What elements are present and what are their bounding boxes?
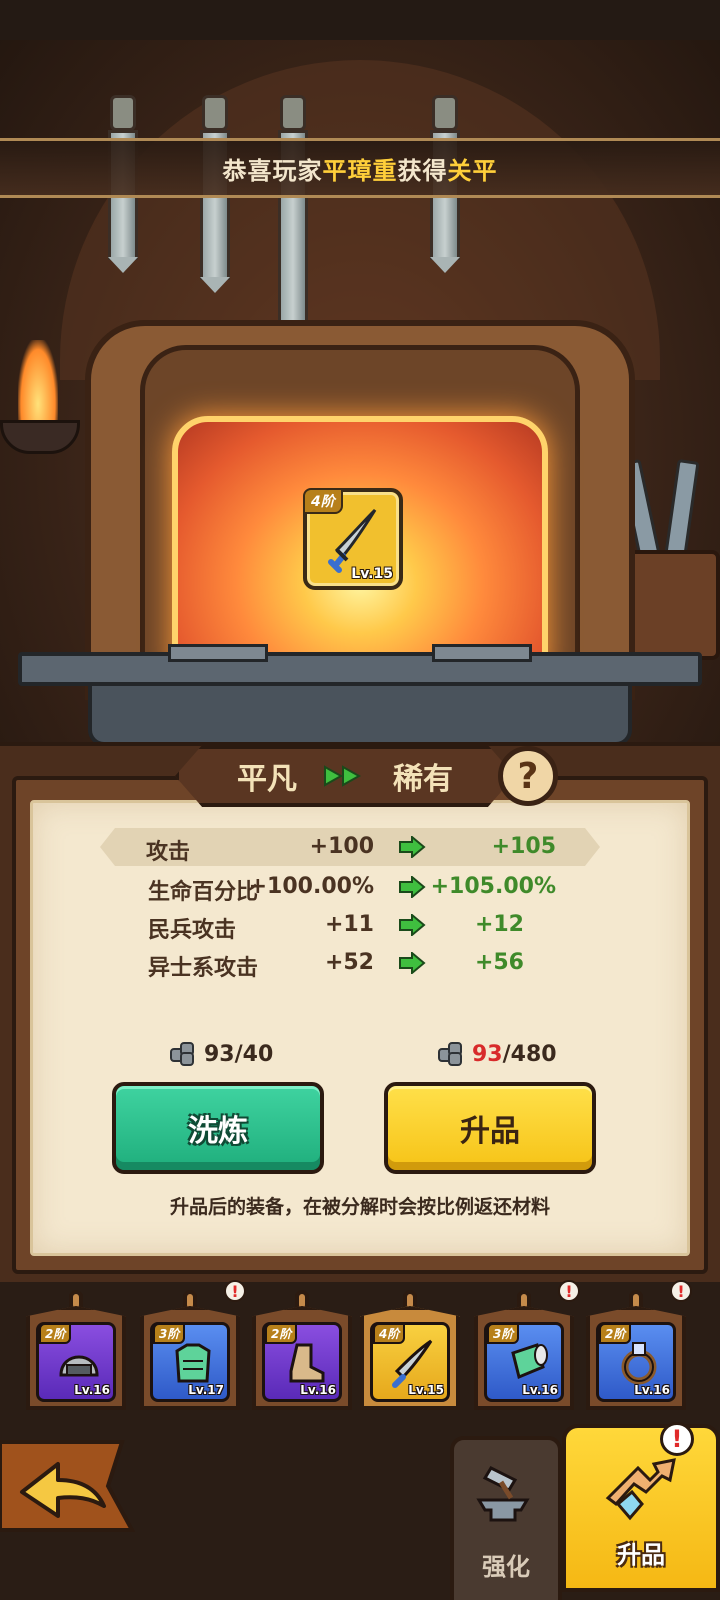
stat-next: +56 xyxy=(474,950,524,975)
tab-upgrade[interactable]: ! 升品 xyxy=(562,1422,720,1592)
tab-upgrade-label: 升品 xyxy=(617,1541,665,1569)
equipment-card: 2阶 Lv.16 xyxy=(36,1322,116,1402)
arrow-icon xyxy=(399,914,426,936)
top-strip xyxy=(0,0,720,40)
announcement-prefix: 恭喜玩家 xyxy=(222,156,323,185)
armor-icon xyxy=(175,1343,211,1383)
equipment-slot-boots[interactable]: 2阶 Lv.16 xyxy=(252,1290,352,1410)
stat-name: 异士系攻击 xyxy=(148,956,259,981)
tier-badge: 3阶 xyxy=(153,1323,186,1344)
equipment-slot-ring[interactable]: 2阶 Lv.16 ! xyxy=(586,1280,692,1410)
level-label: Lv.15 xyxy=(351,566,393,582)
alert-icon: ! xyxy=(224,1280,246,1302)
stat-name: 民兵攻击 xyxy=(148,918,237,943)
stat-row: 生命百分比 +100.00% +105.00% xyxy=(120,868,600,906)
stat-next: +105 xyxy=(491,834,556,859)
refine-cost: 93/40 xyxy=(168,1040,273,1068)
tab-strengthen[interactable]: 强化 xyxy=(450,1436,562,1600)
sword-hilt xyxy=(280,95,306,131)
ore-icon xyxy=(436,1040,466,1068)
tier-badge: 4阶 xyxy=(303,488,343,514)
back-arrow-icon xyxy=(0,1440,136,1532)
equipment-slot-helmet[interactable]: 2阶 Lv.16 xyxy=(26,1290,126,1410)
forge-scene: 4阶 Lv.15 xyxy=(0,0,720,760)
rarity-from: 平凡 xyxy=(237,762,297,797)
announcement-player: 平璋重 xyxy=(322,156,398,185)
tier-badge: 4阶 xyxy=(373,1323,406,1344)
equipment-card: 4阶 Lv.15 xyxy=(370,1322,450,1402)
stat-current: +100.00% xyxy=(248,874,374,899)
alert-icon: ! xyxy=(558,1280,580,1302)
stat-row: 异士系攻击 +52 +56 xyxy=(120,944,600,982)
double-arrow-icon xyxy=(323,763,367,789)
equipment-slot-bracer[interactable]: 3阶 Lv.16 ! xyxy=(474,1280,580,1410)
tab-strengthen-label: 强化 xyxy=(482,1553,530,1581)
sword-hilt xyxy=(432,95,458,131)
helmet-icon xyxy=(59,1355,99,1377)
equipment-card: 3阶 Lv.16 xyxy=(484,1322,564,1402)
anvil xyxy=(18,644,702,746)
alert-icon: ! xyxy=(670,1280,692,1302)
refine-cost-value: 93/40 xyxy=(204,1041,274,1067)
tier-badge: 2阶 xyxy=(265,1323,298,1344)
stat-name: 生命百分比 xyxy=(148,880,259,905)
level-label: Lv.16 xyxy=(300,1383,336,1397)
refine-button[interactable]: 洗炼 xyxy=(112,1082,324,1174)
stat-next: +12 xyxy=(474,912,524,937)
upgrade-cost-need: /480 xyxy=(502,1041,557,1067)
level-label: Lv.16 xyxy=(74,1383,110,1397)
sword-hilt xyxy=(202,95,228,131)
boots-icon xyxy=(289,1343,325,1383)
bracer-icon xyxy=(511,1343,548,1380)
anvil-hammer-icon xyxy=(476,1466,530,1522)
sword-hilt xyxy=(110,95,136,131)
upgrade-cost: 93/480 xyxy=(436,1040,557,1068)
forge-equipment-card[interactable]: 4阶 Lv.15 xyxy=(303,488,403,590)
ring-icon xyxy=(621,1342,657,1385)
tier-badge: 2阶 xyxy=(39,1323,72,1344)
upgrade-note: 升品后的装备，在被分解时会按比例返还材料 xyxy=(169,1196,550,1218)
torch xyxy=(0,340,80,460)
rarity-tab: 平凡 稀有 xyxy=(175,745,515,807)
stat-row: 攻击 +100 +105 xyxy=(100,828,600,866)
equipment-card: 2阶 Lv.16 xyxy=(596,1322,676,1402)
level-label: Lv.16 xyxy=(634,1383,670,1397)
stat-name: 攻击 xyxy=(146,840,191,865)
stat-next: +105.00% xyxy=(430,874,556,899)
back-button[interactable] xyxy=(0,1436,136,1536)
level-label: Lv.15 xyxy=(408,1383,444,1397)
alert-icon: ! xyxy=(660,1422,694,1456)
equipment-card: 3阶 Lv.17 xyxy=(150,1322,230,1402)
tier-badge: 3阶 xyxy=(487,1323,520,1344)
blade-icon xyxy=(392,1339,433,1388)
stat-current: +100 xyxy=(309,834,374,859)
level-label: Lv.17 xyxy=(188,1383,224,1397)
ore-icon xyxy=(168,1040,198,1068)
upgrade-cost-have: 93 xyxy=(472,1041,503,1067)
help-button[interactable]: ? xyxy=(498,746,558,806)
upgrade-button[interactable]: 升品 xyxy=(384,1082,596,1174)
announcement-banner: 恭喜玩家 平璋重 获得 关平 xyxy=(0,138,720,198)
announcement-reward: 关平 xyxy=(447,156,498,185)
stat-current: +52 xyxy=(324,950,374,975)
rarity-to: 稀有 xyxy=(393,762,453,797)
tier-badge: 2阶 xyxy=(599,1323,632,1344)
equipment-slot-armor[interactable]: 3阶 Lv.17 ! xyxy=(140,1280,246,1410)
announcement-middle: 获得 xyxy=(397,156,448,185)
equipment-card: 2阶 Lv.16 xyxy=(262,1322,342,1402)
equipment-slot-blade[interactable]: 4阶 Lv.15 xyxy=(360,1290,460,1410)
level-label: Lv.16 xyxy=(522,1383,558,1397)
stat-row: 民兵攻击 +11 +12 xyxy=(120,906,600,944)
arrow-icon xyxy=(399,876,426,898)
arrow-icon xyxy=(399,836,426,858)
stat-current: +11 xyxy=(324,912,374,937)
arrow-icon xyxy=(399,952,426,974)
